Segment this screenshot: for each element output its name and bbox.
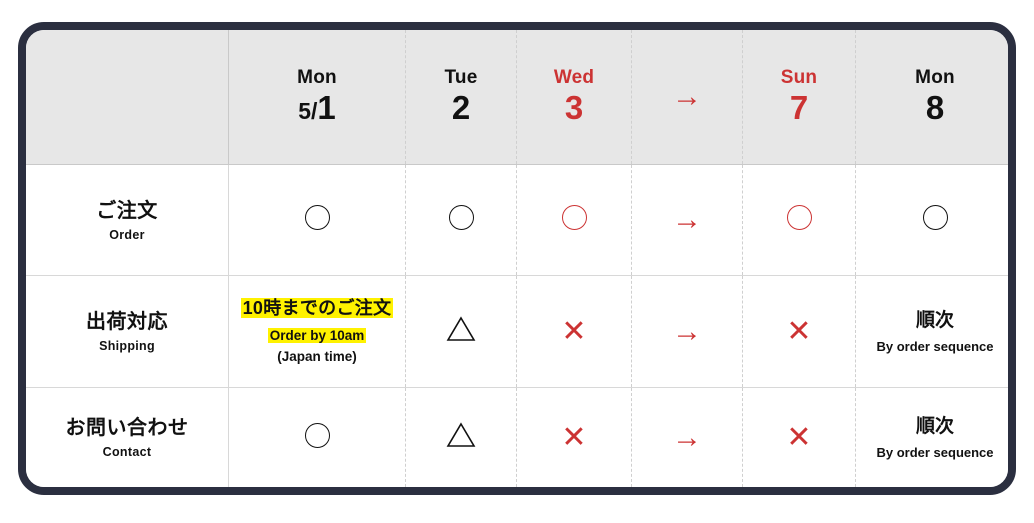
header-dow-4: Sun [780, 66, 818, 88]
cell-contact-0 [228, 387, 406, 487]
cutoff-note-en: Order by 10am [229, 327, 405, 345]
header-row: Mon 5/1 Tue 2 Wed 3 → Sun 7 Mon 8 [26, 30, 1008, 165]
table-row-order: ご注文 Order → [26, 164, 1008, 276]
row-label-en-order: Order [109, 227, 145, 242]
header-day-4: 7 [789, 89, 809, 127]
cell-order-5 [855, 164, 1008, 276]
cross-icon: ✕ [786, 420, 812, 454]
cutoff-note-en-text: Order by 10am [267, 327, 367, 343]
cell-contact-4: ✕ [742, 387, 856, 487]
cell-order-1 [405, 164, 517, 276]
arrow-icon: → [672, 203, 702, 237]
arrow-icon: → [672, 314, 702, 348]
cell-shipping-3: → [631, 275, 743, 388]
cross-icon: ✕ [561, 420, 587, 454]
cell-contact-2: ✕ [516, 387, 632, 487]
row-header-contact: お問い合わせ Contact [26, 387, 229, 487]
header-col-2: Wed 3 [516, 30, 632, 165]
row-label-ja-shipping: 出荷対応 [86, 311, 168, 334]
schedule-page: Mon 5/1 Tue 2 Wed 3 → Sun 7 Mon 8 ご注文 Or… [0, 0, 1034, 523]
row-header-shipping: 出荷対応 Shipping [26, 275, 229, 388]
cell-shipping-4: ✕ [742, 275, 856, 388]
table-header: Mon 5/1 Tue 2 Wed 3 → Sun 7 Mon 8 [26, 30, 1008, 165]
header-dow-5: Mon [915, 66, 955, 88]
circle-icon [786, 205, 812, 231]
cell-shipping-1 [405, 275, 517, 388]
table-row-shipping: 出荷対応 Shipping 10時までのご注文 Order by 10am (J… [26, 275, 1008, 388]
row-label-ja-contact: お問い合わせ [65, 417, 189, 440]
cutoff-note-ja: 10時までのご注文 [229, 297, 405, 320]
header-day-1: 2 [451, 89, 471, 127]
cutoff-note-timezone: (Japan time) [277, 348, 357, 364]
triangle-icon [446, 422, 476, 448]
header-col-5: Mon 8 [855, 30, 1008, 165]
header-col-1: Tue 2 [405, 30, 517, 165]
cell-shipping-2: ✕ [516, 275, 632, 388]
table-body: ご注文 Order → 出荷対応 Shipping 10時までのご注文 Orde… [26, 164, 1008, 487]
sequence-label-ja: 順次 [915, 416, 954, 438]
cell-contact-1 [405, 387, 517, 487]
cross-icon: ✕ [786, 314, 812, 348]
circle-icon [561, 205, 587, 231]
cell-contact-3: → [631, 387, 743, 487]
header-day-5: 8 [925, 89, 945, 127]
cell-shipping-5-sequence: 順次 By order sequence [855, 275, 1008, 388]
sequence-label-en: By order sequence [876, 339, 994, 355]
circle-icon [304, 422, 330, 448]
header-day-2: 3 [564, 89, 584, 127]
circle-icon [304, 205, 330, 231]
circle-icon [922, 205, 948, 231]
cell-shipping-0-cutoff: 10時までのご注文 Order by 10am (Japan time) [228, 275, 406, 388]
header-dow-0: Mon [297, 66, 337, 88]
arrow-icon: → [672, 420, 702, 454]
header-col-4: Sun 7 [742, 30, 856, 165]
cell-contact-5-sequence: 順次 By order sequence [855, 387, 1008, 487]
header-day-0: 5/1 [229, 89, 405, 127]
cutoff-note-ja-text: 10時までのご注文 [240, 298, 394, 319]
header-daynum-0: 1 [317, 89, 336, 127]
row-label-en-contact: Contact [102, 445, 152, 460]
row-header-order: ご注文 Order [26, 164, 229, 276]
sequence-label-ja: 順次 [915, 310, 954, 332]
header-dow-1: Tue [444, 66, 478, 88]
header-corner-cell [26, 30, 229, 165]
header-col-0: Mon 5/1 [228, 30, 406, 165]
circle-icon [448, 205, 474, 231]
cell-order-4 [742, 164, 856, 276]
header-month-prefix-0: 5/ [298, 98, 318, 125]
cell-order-3: → [631, 164, 743, 276]
table-row-contact: お問い合わせ Contact ✕ → ✕ 順次 By order sequenc… [26, 387, 1008, 487]
triangle-icon [446, 316, 476, 342]
range-arrow-icon: → [672, 80, 702, 113]
header-col-3-range-arrow: → [631, 30, 743, 165]
cell-order-2 [516, 164, 632, 276]
holiday-schedule-table: Mon 5/1 Tue 2 Wed 3 → Sun 7 Mon 8 ご注文 Or… [26, 30, 1008, 487]
row-label-ja-order: ご注文 [96, 199, 158, 222]
schedule-table-frame: Mon 5/1 Tue 2 Wed 3 → Sun 7 Mon 8 ご注文 Or… [18, 22, 1016, 495]
cell-order-0 [228, 164, 406, 276]
row-label-en-shipping: Shipping [99, 339, 155, 354]
header-dow-2: Wed [553, 66, 595, 88]
sequence-label-en: By order sequence [876, 445, 994, 461]
cross-icon: ✕ [561, 314, 587, 348]
